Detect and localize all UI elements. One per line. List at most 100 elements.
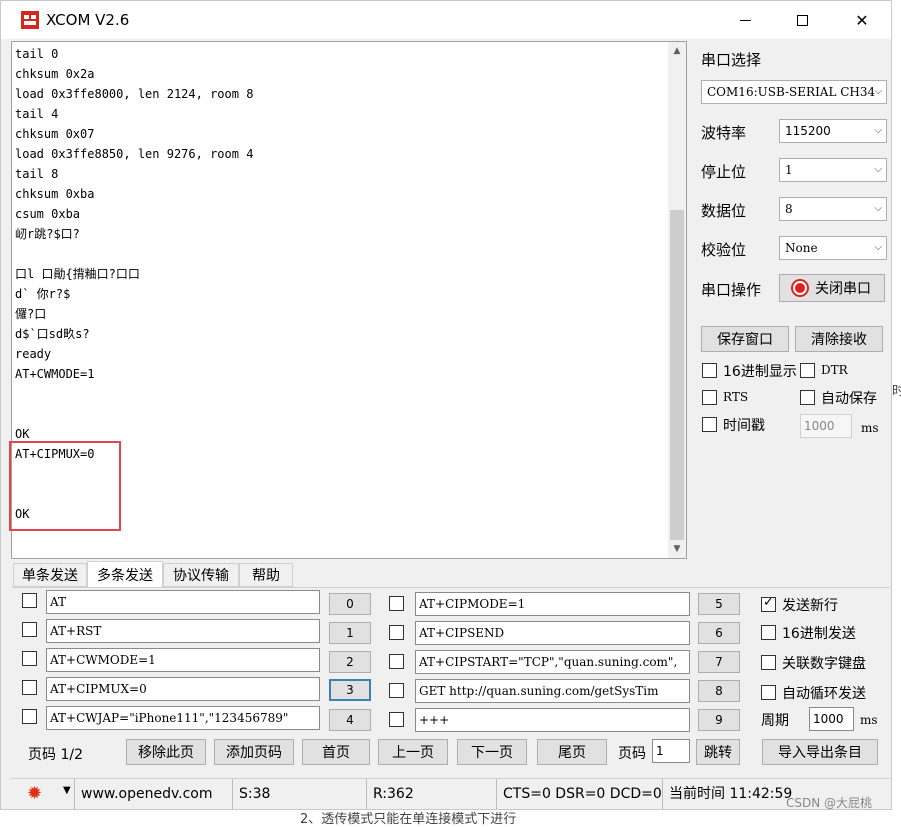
- scroll-down-icon[interactable]: ▼: [668, 540, 686, 558]
- period-input[interactable]: 1000: [809, 707, 854, 731]
- cmd-0-checkbox[interactable]: [22, 593, 37, 608]
- send-8-button[interactable]: 8: [698, 680, 740, 702]
- cmd-8-input[interactable]: GET http://quan.suning.com/getSysTim: [415, 679, 690, 703]
- last-page-button[interactable]: 尾页: [537, 739, 607, 765]
- chevron-down-icon: ⌵: [874, 242, 882, 253]
- numpad-checkbox[interactable]: [761, 655, 776, 670]
- tab-single-send[interactable]: 单条发送: [13, 563, 87, 587]
- xcom-window: XCOM V2.6 ✕ tail 0 chksum 0x2a load 0x3f…: [0, 0, 892, 810]
- send-7-button[interactable]: 7: [698, 651, 740, 673]
- maximize-button[interactable]: [773, 1, 831, 39]
- cmd-1-input[interactable]: AT+RST: [46, 619, 320, 643]
- first-page-button[interactable]: 首页: [302, 739, 370, 765]
- cmd-4-checkbox[interactable]: [22, 709, 37, 724]
- cmd-8-checkbox[interactable]: [389, 683, 404, 698]
- rts-label: RTS: [723, 390, 749, 404]
- send-6-button[interactable]: 6: [698, 622, 740, 644]
- caret-down-icon[interactable]: ▼: [63, 785, 71, 796]
- background-text-fragment: 时: [892, 384, 901, 399]
- hex-send-checkbox[interactable]: [761, 625, 776, 640]
- goto-page-input[interactable]: 1: [652, 739, 690, 763]
- cmd-3-checkbox[interactable]: [22, 680, 37, 695]
- data-bits-value: 8: [785, 202, 793, 216]
- page-indicator: 页码 1/2: [28, 747, 83, 763]
- checkmark-icon: ✓: [763, 595, 774, 610]
- send-5-button[interactable]: 5: [698, 593, 740, 615]
- import-export-button[interactable]: 导入导出条目: [762, 739, 878, 765]
- parity-label: 校验位: [701, 241, 747, 259]
- send-0-button[interactable]: 0: [329, 593, 371, 615]
- cmd-6-checkbox[interactable]: [389, 625, 404, 640]
- title-bar[interactable]: XCOM V2.6 ✕: [1, 1, 891, 39]
- status-received: R:362: [366, 779, 496, 809]
- save-window-button[interactable]: 保存窗口: [701, 326, 789, 352]
- clear-receive-button[interactable]: 清除接收: [795, 326, 883, 352]
- timestamp-checkbox[interactable]: [702, 417, 717, 432]
- status-bar: ✹ ▼ www.openedv.com S:38 R:362 CTS=0 DSR…: [11, 778, 891, 809]
- cmd-0-input[interactable]: AT: [46, 590, 320, 614]
- baud-label: 波特率: [701, 124, 747, 142]
- port-select[interactable]: COM16:USB-SERIAL CH34 ⌵: [701, 80, 887, 104]
- cmd-9-input[interactable]: +++: [415, 708, 690, 732]
- period-ms-label: ms: [860, 713, 878, 727]
- send-3-button[interactable]: 3: [329, 679, 371, 701]
- prev-page-button[interactable]: 上一页: [378, 739, 448, 765]
- data-bits-select[interactable]: 8 ⌵: [779, 197, 887, 221]
- cmd-6-input[interactable]: AT+CIPSEND: [415, 621, 690, 645]
- cmd-2-input[interactable]: AT+CWMODE=1: [46, 648, 320, 672]
- next-page-button[interactable]: 下一页: [457, 739, 527, 765]
- remove-page-button[interactable]: 移除此页: [126, 739, 206, 765]
- tab-multi-send[interactable]: 多条发送: [87, 561, 163, 588]
- tab-protocol[interactable]: 协议传输: [163, 563, 239, 587]
- send-2-button[interactable]: 2: [329, 651, 371, 673]
- receive-scrollbar[interactable]: ▲ ▼: [668, 42, 686, 558]
- gear-icon[interactable]: ✹: [27, 784, 42, 804]
- cmd-5-checkbox[interactable]: [389, 596, 404, 611]
- timestamp-ms-label: ms: [861, 421, 879, 435]
- chevron-down-icon: ⌵: [874, 164, 882, 175]
- dtr-checkbox[interactable]: [800, 363, 815, 378]
- timestamp-interval-input[interactable]: 1000: [800, 414, 852, 438]
- cmd-1-checkbox[interactable]: [22, 622, 37, 637]
- send-4-button[interactable]: 4: [329, 709, 371, 731]
- cmd-7-input[interactable]: AT+CIPSTART="TCP","quan.suning.com",: [415, 650, 690, 674]
- maximize-icon: [796, 14, 808, 26]
- auto-save-checkbox[interactable]: [800, 390, 815, 405]
- tab-help[interactable]: 帮助: [239, 563, 293, 587]
- add-page-button[interactable]: 添加页码: [214, 739, 294, 765]
- highlight-box: [9, 441, 121, 531]
- send-1-button[interactable]: 1: [329, 622, 371, 644]
- cmd-3-input[interactable]: AT+CIPMUX=0: [46, 677, 320, 701]
- minimize-icon: [739, 19, 751, 21]
- status-url[interactable]: www.openedv.com: [74, 779, 232, 809]
- scroll-thumb[interactable]: [670, 210, 684, 540]
- cmd-7-checkbox[interactable]: [389, 654, 404, 669]
- cmd-2-checkbox[interactable]: [22, 651, 37, 666]
- timestamp-label: 时间戳: [723, 418, 765, 434]
- close-port-button[interactable]: 关闭串口: [779, 274, 885, 302]
- cmd-9-checkbox[interactable]: [389, 712, 404, 727]
- chevron-down-icon: ⌵: [874, 125, 882, 136]
- goto-page-label: 页码: [618, 746, 646, 762]
- baud-select[interactable]: 115200 ⌵: [779, 119, 887, 143]
- port-select-value: COM16:USB-SERIAL CH34: [707, 85, 876, 99]
- parity-select[interactable]: None ⌵: [779, 236, 887, 260]
- csdn-watermark: CSDN @大屁桃: [786, 796, 873, 810]
- close-icon: ✕: [855, 10, 869, 30]
- hex-display-checkbox[interactable]: [702, 363, 717, 378]
- cmd-4-input[interactable]: AT+CWJAP="iPhone111","123456789": [46, 706, 320, 730]
- parity-value: None: [785, 241, 818, 255]
- auto-loop-label: 自动循环发送: [782, 686, 866, 702]
- jump-button[interactable]: 跳转: [696, 739, 740, 765]
- send-9-button[interactable]: 9: [698, 709, 740, 731]
- stop-bits-select[interactable]: 1 ⌵: [779, 158, 887, 182]
- rts-checkbox[interactable]: [702, 390, 717, 405]
- auto-loop-checkbox[interactable]: [761, 685, 776, 700]
- auto-save-label: 自动保存: [821, 391, 877, 407]
- minimize-button[interactable]: [716, 1, 774, 39]
- scroll-up-icon[interactable]: ▲: [668, 42, 686, 60]
- stop-bits-label: 停止位: [701, 163, 747, 181]
- send-newline-checkbox[interactable]: ✓: [761, 595, 776, 612]
- cmd-5-input[interactable]: AT+CIPMODE=1: [415, 592, 690, 616]
- close-button[interactable]: ✕: [833, 1, 891, 39]
